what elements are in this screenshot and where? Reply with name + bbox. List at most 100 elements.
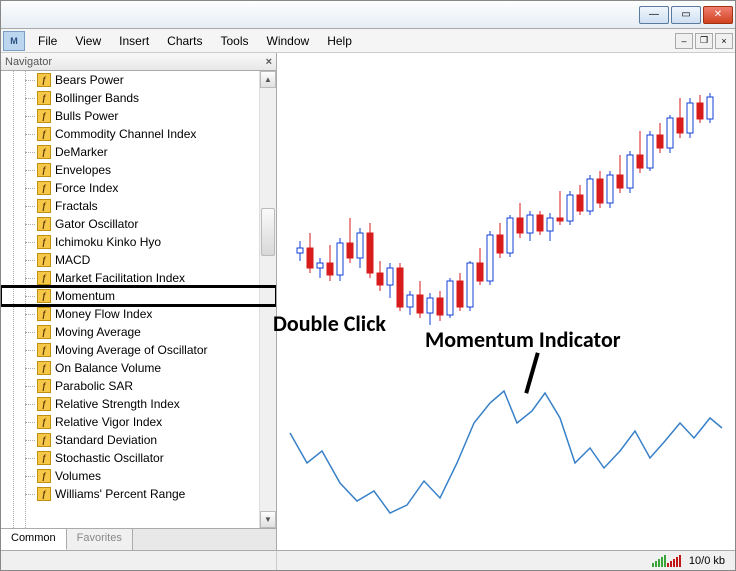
indicator-item[interactable]: f Bulls Power xyxy=(1,107,276,125)
function-icon: f xyxy=(37,343,51,357)
close-button[interactable]: ✕ xyxy=(703,6,733,24)
indicator-label: Bulls Power xyxy=(55,109,118,123)
indicator-label: Ichimoku Kinko Hyo xyxy=(55,235,161,249)
function-icon: f xyxy=(37,109,51,123)
indicator-label: Bollinger Bands xyxy=(55,91,139,105)
function-icon: f xyxy=(37,307,51,321)
menu-file[interactable]: File xyxy=(29,30,66,52)
indicator-label: Stochastic Oscillator xyxy=(55,451,164,465)
indicator-label: Money Flow Index xyxy=(55,307,152,321)
app-icon: M xyxy=(3,31,25,51)
maximize-button[interactable]: ▭ xyxy=(671,6,701,24)
mdi-controls: – ❐ × xyxy=(673,33,733,49)
function-icon: f xyxy=(37,235,51,249)
indicator-label: Market Facilitation Index xyxy=(55,271,185,285)
function-icon: f xyxy=(37,379,51,393)
indicator-label: Relative Strength Index xyxy=(55,397,180,411)
chart-area[interactable]: Double Click Momentum Indicator xyxy=(277,53,735,550)
function-icon: f xyxy=(37,325,51,339)
indicator-item[interactable]: fMarket Facilitation Index xyxy=(1,269,276,287)
minimize-button[interactable]: — xyxy=(639,6,669,24)
indicator-item[interactable]: f Parabolic SAR xyxy=(1,377,276,395)
indicator-item[interactable]: f Momentum xyxy=(1,287,276,305)
indicator-label: DeMarker xyxy=(55,145,108,159)
function-icon: f xyxy=(37,181,51,195)
function-icon: f xyxy=(37,145,51,159)
momentum-indicator-chart xyxy=(282,363,732,528)
function-icon: f xyxy=(37,397,51,411)
menu-charts[interactable]: Charts xyxy=(158,30,211,52)
indicator-label: Williams' Percent Range xyxy=(55,487,185,501)
indicator-label: Force Index xyxy=(55,181,118,195)
indicator-item[interactable]: fGator Oscillator xyxy=(1,215,276,233)
menu-insert[interactable]: Insert xyxy=(110,30,158,52)
indicator-label: Fractals xyxy=(55,199,98,213)
function-icon: f xyxy=(37,91,51,105)
indicator-item[interactable]: f Volumes xyxy=(1,467,276,485)
indicator-item[interactable]: f Force Index xyxy=(1,179,276,197)
navigator-title: Navigator xyxy=(5,56,52,68)
menu-help[interactable]: Help xyxy=(318,30,361,52)
function-icon: f xyxy=(37,73,51,87)
indicator-item[interactable]: f Williams' Percent Range xyxy=(1,485,276,503)
indicator-item[interactable]: f Money Flow Index xyxy=(1,305,276,323)
indicator-item[interactable]: f MACD xyxy=(1,251,276,269)
statusbar: 10/0 kb xyxy=(1,550,735,570)
indicator-label: Volumes xyxy=(55,469,101,483)
navigator-close-icon[interactable]: × xyxy=(266,56,272,68)
indicator-item[interactable]: fCommodity Channel Index xyxy=(1,125,276,143)
indicator-label: Standard Deviation xyxy=(55,433,157,447)
titlebar: — ▭ ✕ xyxy=(1,1,735,29)
indicator-item[interactable]: f Fractals xyxy=(1,197,276,215)
indicator-label: Relative Vigor Index xyxy=(55,415,162,429)
function-icon: f xyxy=(37,433,51,447)
navigator-header: Navigator × xyxy=(1,53,276,71)
status-left xyxy=(1,551,277,570)
indicator-item[interactable]: f Stochastic Oscillator xyxy=(1,449,276,467)
scroll-thumb[interactable] xyxy=(261,208,275,256)
scroll-up-button[interactable]: ▲ xyxy=(260,71,276,88)
indicator-item[interactable]: f Ichimoku Kinko Hyo xyxy=(1,233,276,251)
candlestick-chart xyxy=(282,63,732,343)
indicator-item[interactable]: fEnvelopes xyxy=(1,161,276,179)
indicator-item[interactable]: f Standard Deviation xyxy=(1,431,276,449)
function-icon: f xyxy=(37,217,51,231)
tab-favorites[interactable]: Favorites xyxy=(67,529,133,550)
menu-window[interactable]: Window xyxy=(258,30,319,52)
function-icon: f xyxy=(37,127,51,141)
scroll-down-button[interactable]: ▼ xyxy=(260,511,276,528)
indicator-item[interactable]: fMoving Average of Oscillator xyxy=(1,341,276,359)
indicator-label: MACD xyxy=(55,253,90,267)
function-icon: f xyxy=(37,289,51,303)
function-icon: f xyxy=(37,253,51,267)
mdi-minimize-button[interactable]: – xyxy=(675,33,693,49)
function-icon: f xyxy=(37,199,51,213)
mdi-restore-button[interactable]: ❐ xyxy=(695,33,713,49)
indicator-item[interactable]: f DeMarker xyxy=(1,143,276,161)
indicator-label: Envelopes xyxy=(55,163,111,177)
menu-tools[interactable]: Tools xyxy=(212,30,258,52)
function-icon: f xyxy=(37,451,51,465)
status-transfer: 10/0 kb xyxy=(689,555,725,567)
function-icon: f xyxy=(37,361,51,375)
function-icon: f xyxy=(37,469,51,483)
indicator-item[interactable]: f Moving Average xyxy=(1,323,276,341)
tab-common[interactable]: Common xyxy=(1,529,67,550)
connection-bars-icon xyxy=(652,555,681,567)
app-window: — ▭ ✕ M File View Insert Charts Tools Wi… xyxy=(0,0,736,571)
function-icon: f xyxy=(37,415,51,429)
indicator-item[interactable]: f Bollinger Bands xyxy=(1,89,276,107)
indicator-item[interactable]: f On Balance Volume xyxy=(1,359,276,377)
mdi-close-button[interactable]: × xyxy=(715,33,733,49)
function-icon: f xyxy=(37,487,51,501)
indicator-label: Parabolic SAR xyxy=(55,379,133,393)
status-right: 10/0 kb xyxy=(652,555,735,567)
indicator-item[interactable]: f Relative Vigor Index xyxy=(1,413,276,431)
indicator-label: Moving Average xyxy=(55,325,141,339)
indicator-item[interactable]: f Relative Strength Index xyxy=(1,395,276,413)
indicator-item[interactable]: fBears Power xyxy=(1,71,276,89)
indicator-label: On Balance Volume xyxy=(55,361,161,375)
menu-view[interactable]: View xyxy=(66,30,110,52)
indicator-label: Momentum xyxy=(55,289,115,303)
content-area: Navigator × fBears PowerfBollinger Bands… xyxy=(1,53,735,550)
